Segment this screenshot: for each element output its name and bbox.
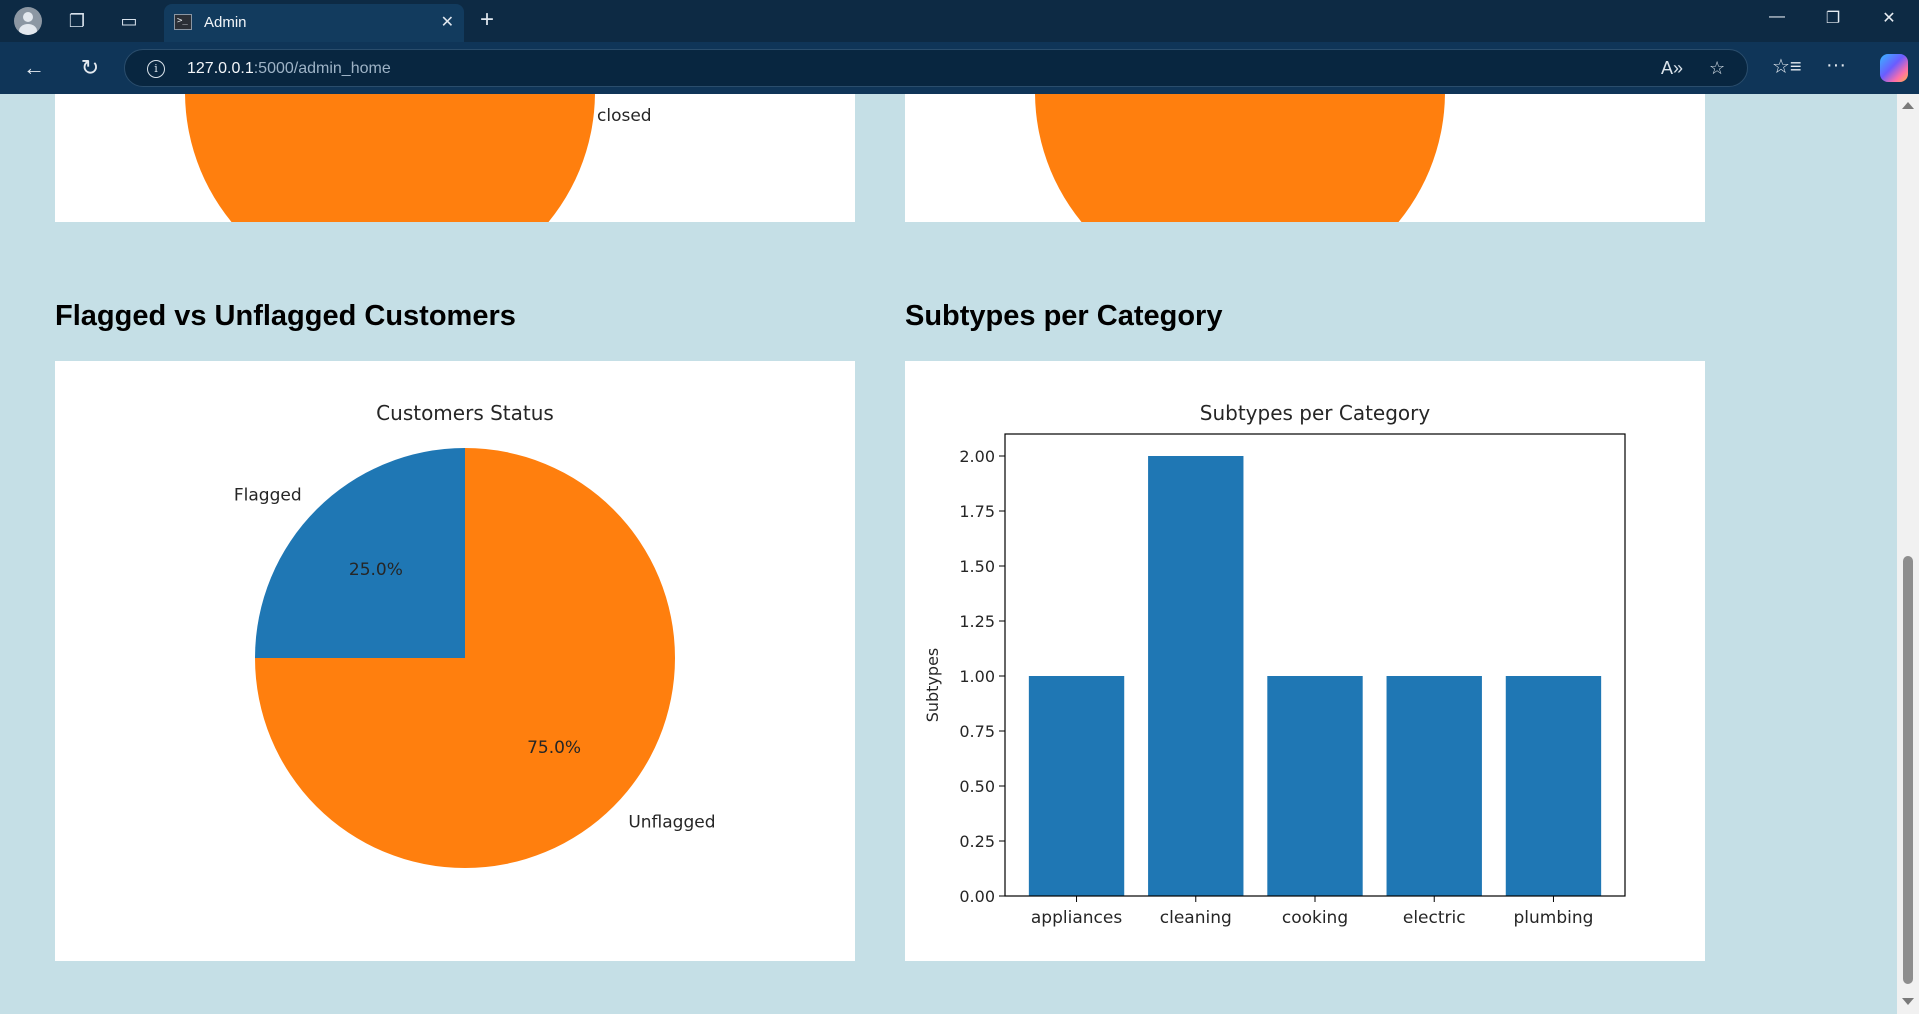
customers-status-card: Customers Status 25.0% Flagged 75.0% Unflag… [55,361,855,961]
previous-chart-card-left: closed [55,94,855,297]
terminal-favicon-icon: >_ [174,14,192,30]
vertical-tabs-icon[interactable]: ▭ [116,8,142,34]
y-tick-label: 1.00 [959,667,995,686]
close-window-icon[interactable]: ✕ [1869,8,1909,28]
pie-percent-flagged: 25.0% [349,560,403,580]
bar-cooking [1267,676,1363,896]
x-tick-label-electric: electric [1403,908,1466,928]
bar-plumbing [1505,676,1602,896]
tab-title: Admin [204,14,247,31]
minimize-icon[interactable]: — [1757,8,1797,26]
subtypes-bar-chart: Subtypes per Category Subtypes 0.00 0.25 0… [923,401,1626,928]
pie-percent-unflagged: 75.0% [527,738,581,758]
x-tick-label-cleaning: cleaning [1160,908,1232,928]
bar-appliances [1028,676,1125,896]
x-tick-label-appliances: appliances [1031,908,1122,928]
restore-icon[interactable]: ❐ [1813,8,1853,28]
pie-title: Customers Status [376,401,554,425]
tab-admin[interactable]: >_ Admin ✕ [164,4,464,42]
pie-label-unflagged: Unflagged [628,812,715,832]
previous-pie-slice-right [1035,94,1445,297]
tab-close-icon[interactable]: ✕ [441,12,454,32]
favorite-star-icon[interactable]: ☆ [1709,58,1725,79]
y-tick-label: 0.25 [959,832,995,851]
x-tick-label-cooking: cooking [1282,908,1348,928]
y-axis-label: Subtypes [923,648,942,723]
site-info-icon[interactable]: i [147,60,165,78]
pie-slice-flagged [255,448,465,658]
scroll-up-arrow-icon[interactable] [1902,102,1914,109]
pie-label-flagged: Flagged [234,486,302,506]
section-title-subtypes: Subtypes per Category [905,300,1223,332]
copilot-icon[interactable] [1880,54,1908,82]
favorites-icon[interactable]: ☆≡ [1772,54,1802,79]
y-tick-label: 1.50 [959,557,995,576]
previous-pie-partial: closed [185,94,652,297]
scroll-down-arrow-icon[interactable] [1902,998,1914,1005]
url-text[interactable]: 127.0.0.1:5000/admin_home [187,60,391,78]
browser-titlebar: ❐ ▭ >_ Admin ✕ + — ❐ ✕ [0,0,1919,42]
bar-electric [1386,676,1482,896]
more-menu-icon[interactable]: ··· [1826,54,1846,77]
y-tick-label: 2.00 [959,447,995,466]
browser-toolbar: ← ↻ i 127.0.0.1:5000/admin_home A» ☆ ☆≡ … [0,42,1919,94]
page-scrollbar[interactable] [1897,94,1919,1014]
profile-avatar-icon[interactable] [14,7,42,35]
y-tick-label: 0.50 [959,777,995,796]
refresh-icon[interactable]: ↻ [74,52,106,84]
y-tick-label: 0.75 [959,722,995,741]
new-tab-icon[interactable]: + [480,6,494,34]
section-title-flagged-customers: Flagged vs Unflagged Customers [55,300,516,332]
workspaces-icon[interactable]: ❐ [64,8,90,34]
y-tick-label: 1.75 [959,502,995,521]
subtypes-per-category-card: Subtypes per Category Subtypes 0.00 0.25 0… [905,361,1705,961]
y-tick-label: 1.25 [959,612,995,631]
back-icon[interactable]: ← [18,52,50,84]
previous-pie-partial-right [1035,94,1445,297]
address-bar[interactable]: i 127.0.0.1:5000/admin_home A» ☆ [124,49,1748,87]
bar-chart-title: Subtypes per Category [1200,401,1431,425]
page-viewport: closed Flagged vs Unflagged Customers Su… [6,94,1897,1014]
previous-pie-slice [185,94,595,297]
previous-chart-card-right [905,94,1705,297]
customers-status-pie-chart: Customers Status 25.0% Flagged 75.0% Unflag… [234,401,716,868]
scrollbar-thumb[interactable] [1903,556,1913,984]
bar-cleaning [1148,456,1244,896]
y-tick-label: 0.00 [959,887,995,906]
previous-pie-label: closed [597,106,652,126]
x-tick-label-plumbing: plumbing [1513,908,1593,928]
read-aloud-icon[interactable]: A» [1661,58,1683,79]
